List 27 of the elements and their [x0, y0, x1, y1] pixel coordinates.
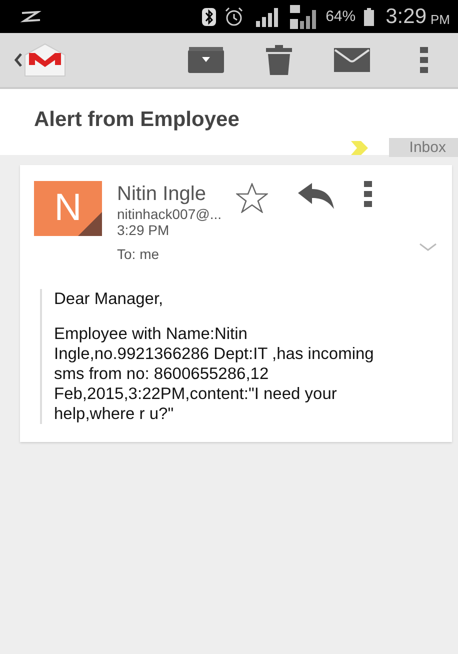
avatar: N	[34, 181, 102, 236]
sender-email: nitinhack007@...	[117, 206, 222, 222]
reply-icon[interactable]	[298, 183, 334, 209]
sender-name: Nitin Ingle	[117, 183, 207, 206]
battery-icon	[364, 8, 374, 26]
clock-ampm: PM	[430, 12, 450, 26]
clock-time: 3:29	[386, 4, 426, 28]
envelope-icon[interactable]	[334, 48, 370, 72]
trash-icon[interactable]	[266, 45, 292, 75]
star-icon[interactable]	[236, 183, 268, 213]
alarm-clock-icon	[224, 6, 244, 26]
message-time: 3:29 PM	[117, 222, 170, 238]
importance-marker-icon	[351, 140, 370, 154]
battery-percentage: 64%	[326, 8, 356, 25]
notification-icon	[20, 10, 42, 22]
recipient-text[interactable]: To: me	[117, 246, 222, 262]
archive-icon[interactable]	[188, 47, 224, 73]
overflow-menu-icon[interactable]	[420, 47, 428, 73]
chevron-left-icon	[14, 53, 22, 67]
signal-icon	[288, 4, 318, 28]
overflow-menu-icon[interactable]	[364, 181, 372, 207]
email-subject: Alert from Employee	[33, 107, 240, 132]
message-paragraph: Employee with Name:Nitin Ingle,no.9921366286 Dept:IT ,has incoming sms from no: 8600655286,12 Feb,2015,3:22PM,content:"I need your help,where r u?"	[54, 324, 375, 424]
back-button[interactable]	[14, 43, 66, 77]
bluetooth-icon	[202, 8, 216, 26]
message-paragraph: Dear Manager,	[54, 289, 164, 309]
envelope-logo-icon	[24, 43, 66, 77]
